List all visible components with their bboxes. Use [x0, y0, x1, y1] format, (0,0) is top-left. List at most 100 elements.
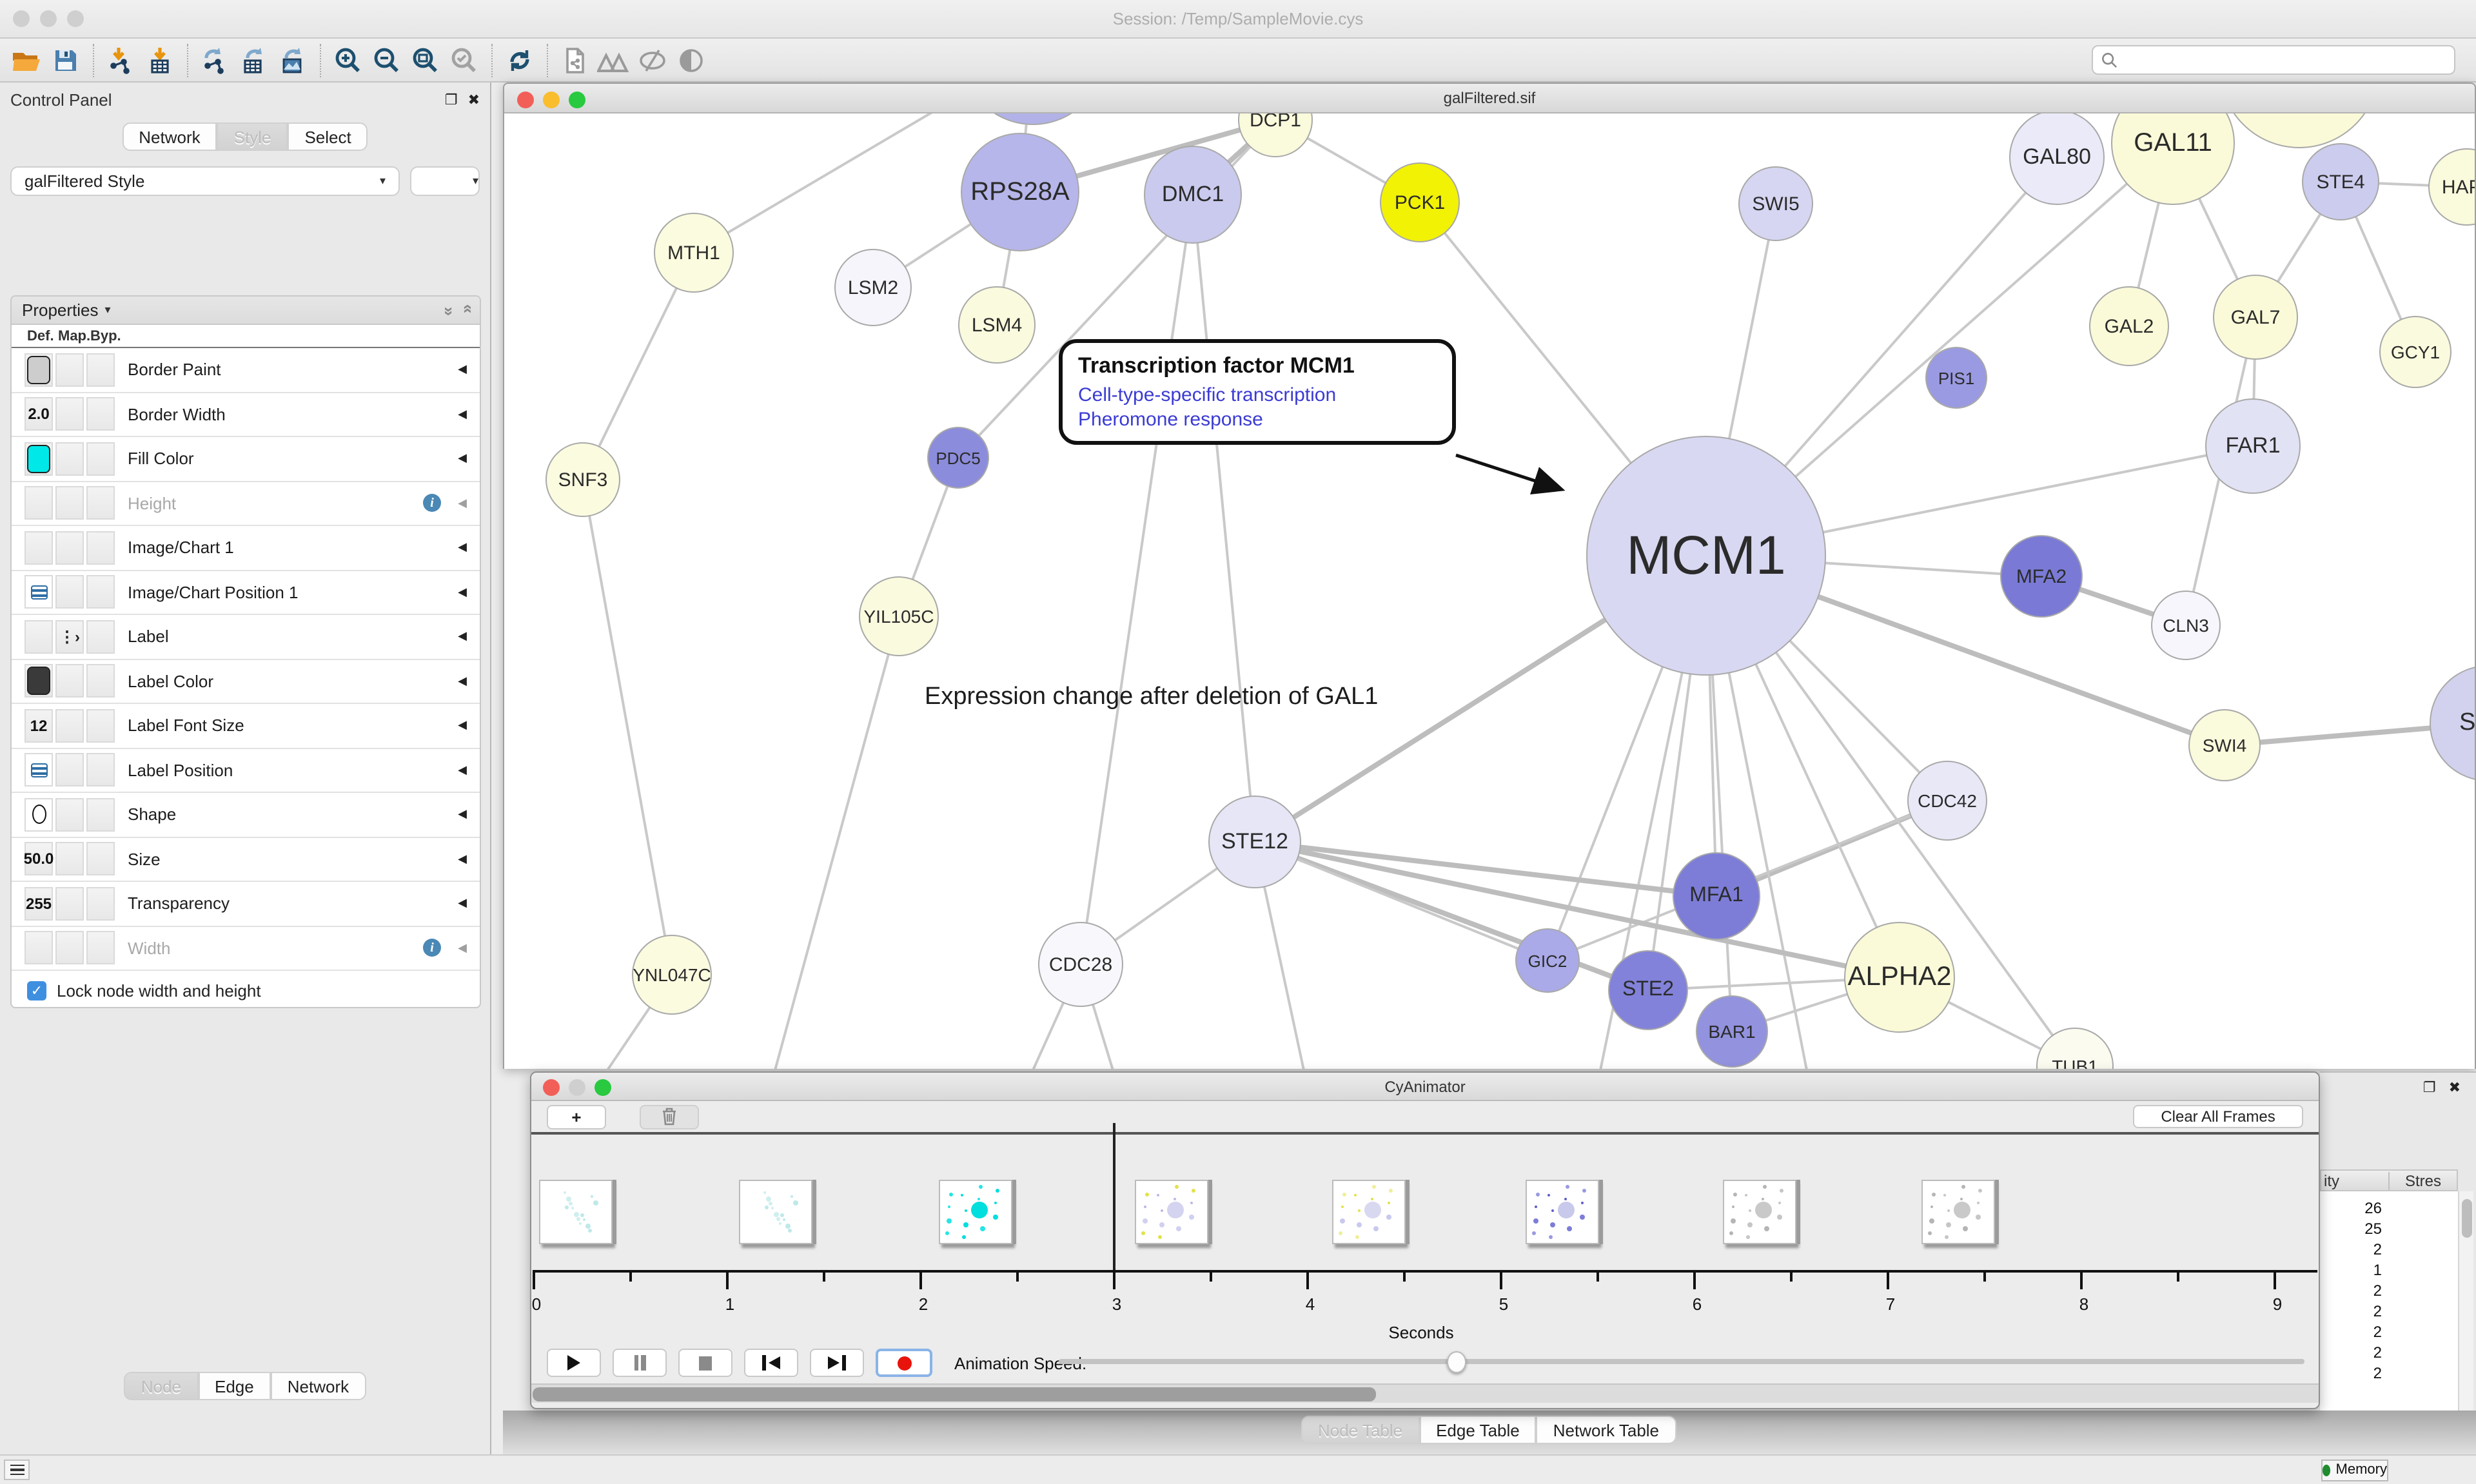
network-node-dmc1[interactable]: DMC1 [1144, 146, 1242, 244]
zoom-out-icon[interactable] [368, 42, 406, 78]
expand-row-icon[interactable]: ◀ [458, 719, 467, 733]
property-row[interactable]: 2.0Border Width◀ [12, 393, 480, 437]
property-row[interactable]: Image/Chart 1◀ [12, 526, 480, 571]
frame-thumbnail-7[interactable] [1921, 1180, 1995, 1244]
zoom-selected-icon[interactable] [445, 42, 484, 78]
maximize-window-icon[interactable] [569, 92, 585, 108]
expand-row-icon[interactable]: ◀ [458, 452, 467, 466]
expand-row-icon[interactable]: ◀ [458, 407, 467, 422]
property-row[interactable]: Border Paint◀ [12, 348, 480, 393]
column-header[interactable]: Stres [2388, 1171, 2457, 1189]
network-node-swi5[interactable]: SWI5 [1738, 166, 1813, 241]
map-cell[interactable] [55, 798, 84, 832]
table-cell-value[interactable]: 2 [2330, 1282, 2382, 1300]
map-cell[interactable] [55, 576, 84, 609]
network-window-titlebar[interactable]: galFiltered.sif [504, 84, 2475, 113]
frame-thumbnail-4[interactable] [1332, 1180, 1406, 1244]
table-cell-value[interactable]: 2 [2330, 1240, 2382, 1258]
network-node-alpha2[interactable]: ALPHA2 [1844, 922, 1955, 1033]
frame-thumbnail-1[interactable] [739, 1180, 812, 1244]
def-cell[interactable]: 50.0 [25, 843, 53, 876]
pause-button[interactable] [613, 1349, 667, 1377]
annotation-link[interactable]: Cell-type-specific transcription [1078, 384, 1437, 406]
property-row[interactable]: Image/Chart Position 1◀ [12, 571, 480, 615]
table-cell-value[interactable]: 2 [2330, 1302, 2382, 1320]
network-node-gal7[interactable]: GAL7 [2213, 275, 2298, 360]
network-node-ste2[interactable]: STE2 [1608, 950, 1688, 1030]
def-cell[interactable] [25, 487, 53, 520]
map-cell[interactable] [55, 932, 84, 965]
table-cell-value[interactable]: 2 [2330, 1343, 2382, 1362]
byp-cell[interactable] [86, 798, 115, 832]
frame-thumbnail-5[interactable] [1526, 1180, 1599, 1244]
frame-thumbnail-2[interactable] [939, 1180, 1012, 1244]
network-edge[interactable] [1193, 195, 1255, 842]
map-cell[interactable] [55, 531, 84, 565]
def-cell[interactable] [25, 798, 53, 832]
maximize-window-icon[interactable] [67, 10, 84, 27]
property-row[interactable]: Fill Color◀ [12, 437, 480, 482]
network-node-mcm1[interactable]: MCM1 [1586, 436, 1826, 676]
network-node-swi4[interactable]: SWI4 [2188, 709, 2261, 781]
expand-all-icon[interactable]: » [439, 307, 458, 313]
task-history-button[interactable] [4, 1460, 30, 1480]
map-cell[interactable] [55, 843, 84, 876]
close-window-icon[interactable] [543, 1079, 560, 1096]
byp-cell[interactable] [86, 487, 115, 520]
def-cell[interactable] [25, 353, 53, 387]
column-header[interactable]: ity [2321, 1171, 2388, 1189]
network-node-far1[interactable]: FAR1 [2205, 398, 2301, 494]
minimize-window-icon[interactable] [569, 1079, 585, 1096]
minimize-window-icon[interactable] [543, 92, 560, 108]
network-node-ste4[interactable]: STE4 [2302, 143, 2379, 220]
properties-title[interactable]: Properties [22, 300, 99, 320]
def-cell[interactable] [25, 442, 53, 476]
property-row[interactable]: 255Transparency◀ [12, 882, 480, 926]
property-row[interactable]: 12Label Font Size◀ [12, 704, 480, 748]
import-network-icon[interactable] [102, 42, 141, 78]
network-node-gal80[interactable]: GAL80 [2009, 113, 2105, 205]
map-cell[interactable] [55, 665, 84, 698]
byp-cell[interactable] [86, 576, 115, 609]
network-node-ynl047c[interactable]: YNL047C [632, 935, 712, 1015]
tab-node[interactable]: Node [124, 1372, 198, 1400]
byp-cell[interactable] [86, 531, 115, 565]
hide-graphics-icon[interactable] [594, 42, 633, 78]
export-document-icon[interactable] [556, 42, 594, 78]
frame-thumbnail-6[interactable] [1723, 1180, 1796, 1244]
close-panel-icon[interactable]: ✖ [468, 92, 480, 108]
property-row[interactable]: Shape◀ [12, 793, 480, 837]
network-node-gic2[interactable]: GIC2 [1515, 928, 1580, 993]
network-node-lsm2[interactable]: LSM2 [834, 249, 912, 326]
zoom-in-icon[interactable] [329, 42, 368, 78]
open-folder-icon[interactable] [8, 42, 46, 78]
network-node-rps28a[interactable]: RPS28A [961, 133, 1079, 251]
network-node-snf3[interactable]: SNF3 [545, 442, 620, 517]
def-cell[interactable]: 255 [25, 887, 53, 921]
expand-row-icon[interactable]: ◀ [458, 763, 467, 777]
byp-cell[interactable] [86, 442, 115, 476]
float-panel-icon[interactable]: ❐ [445, 92, 458, 108]
byp-cell[interactable] [86, 887, 115, 921]
skip-to-start-button[interactable] [744, 1349, 798, 1377]
frame-thumbnail-3[interactable] [1135, 1180, 1208, 1244]
expand-row-icon[interactable]: ◀ [458, 852, 467, 866]
save-icon[interactable] [46, 42, 85, 78]
network-node-mfa2[interactable]: MFA2 [2000, 535, 2083, 618]
stop-button[interactable] [678, 1349, 732, 1377]
tab-edge-table[interactable]: Edge Table [1419, 1416, 1537, 1444]
network-node-gcy1[interactable]: GCY1 [2379, 316, 2451, 388]
map-cell[interactable] [55, 442, 84, 476]
expand-row-icon[interactable]: ◀ [458, 585, 467, 600]
expand-row-icon[interactable]: ◀ [458, 808, 467, 822]
clear-all-frames-button[interactable]: Clear All Frames [2133, 1105, 2303, 1128]
export-image-icon[interactable] [273, 42, 312, 78]
byp-cell[interactable] [86, 709, 115, 743]
collapse-all-icon[interactable]: » [457, 307, 476, 313]
map-cell[interactable] [55, 709, 84, 743]
eye-icon[interactable] [672, 42, 711, 78]
def-cell[interactable] [25, 576, 53, 609]
network-node-mth1[interactable]: MTH1 [654, 213, 734, 293]
search-field[interactable] [2092, 45, 2455, 75]
annotation-box[interactable]: Transcription factor MCM1 Cell-type-spec… [1059, 339, 1456, 445]
